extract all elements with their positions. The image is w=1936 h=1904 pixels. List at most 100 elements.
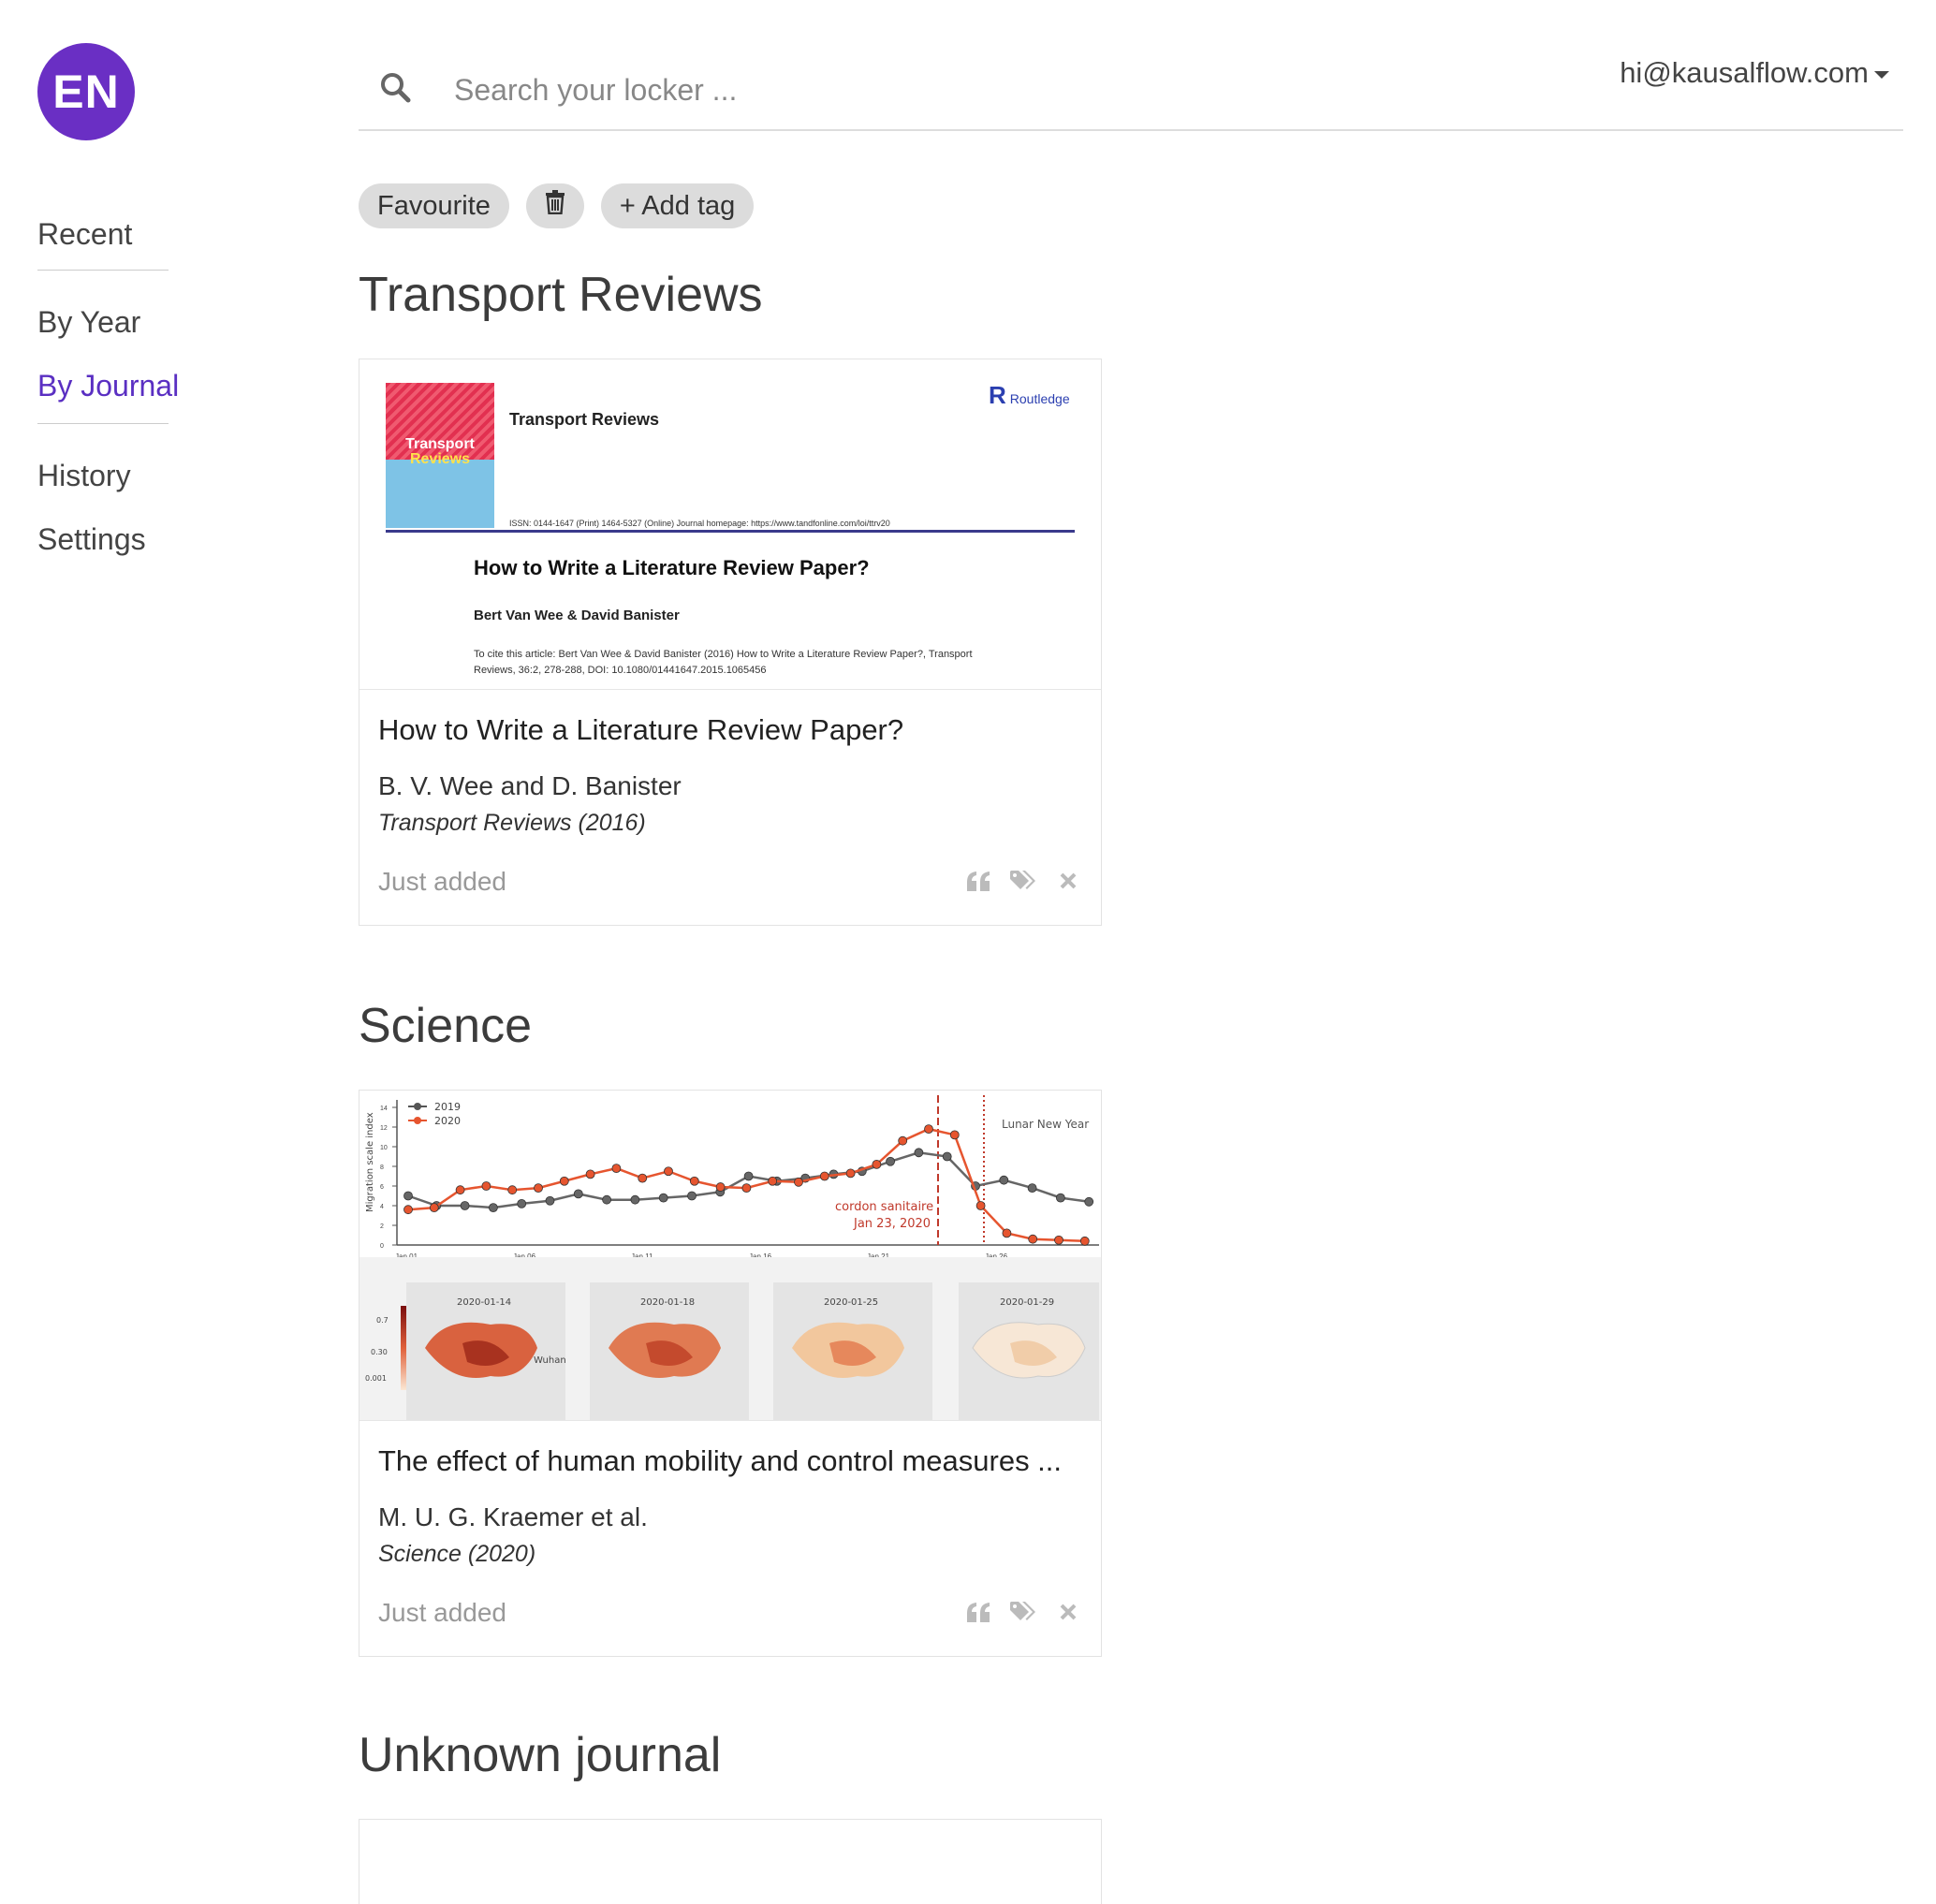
series-point bbox=[559, 1176, 569, 1186]
series-point bbox=[638, 1173, 648, 1183]
map-date-2: 2020-01-18 bbox=[640, 1297, 695, 1308]
series-point bbox=[429, 1203, 439, 1212]
thumb-divider bbox=[386, 530, 1075, 533]
thumb-journal-name: Transport Reviews bbox=[509, 410, 660, 429]
tag-favourite-button[interactable]: Favourite bbox=[359, 183, 509, 228]
card-actions bbox=[964, 1598, 1082, 1626]
series-point bbox=[455, 1185, 465, 1195]
search-icon[interactable] bbox=[377, 69, 415, 107]
series-point bbox=[898, 1135, 908, 1146]
annotation-lunar: Lunar New Year bbox=[1002, 1118, 1089, 1131]
paper-title[interactable]: How to Write a Literature Review Paper? bbox=[378, 713, 903, 747]
legend-2020: 2020 bbox=[434, 1115, 461, 1127]
tags-icon[interactable] bbox=[1009, 867, 1037, 895]
series-point bbox=[743, 1171, 754, 1181]
y-tick-label: 10 bbox=[380, 1145, 388, 1151]
remove-icon[interactable] bbox=[1054, 1598, 1082, 1626]
series-point bbox=[517, 1199, 527, 1208]
series-point bbox=[573, 1189, 583, 1199]
y-tick-label: 12 bbox=[380, 1125, 388, 1132]
user-menu[interactable]: hi@kausalflow.com bbox=[1620, 56, 1889, 90]
nav-item-settings[interactable]: Settings bbox=[37, 522, 146, 557]
series-point bbox=[545, 1195, 555, 1206]
annotation-cordon: cordon sanitaire bbox=[835, 1200, 933, 1214]
series-point bbox=[664, 1166, 673, 1177]
nav-item-by-year[interactable]: By Year bbox=[37, 305, 140, 340]
series-point bbox=[460, 1201, 470, 1210]
series-point bbox=[914, 1148, 924, 1158]
nav-item-by-journal[interactable]: By Journal bbox=[37, 369, 179, 403]
remove-icon[interactable] bbox=[1054, 867, 1082, 895]
annotation-cordon-date: Jan 23, 2020 bbox=[853, 1217, 931, 1231]
series-point bbox=[1084, 1196, 1094, 1207]
series-point bbox=[975, 1201, 986, 1210]
card-actions bbox=[964, 867, 1082, 895]
y-axis-label: Migration scale index bbox=[365, 1112, 375, 1212]
scale-label: 0.7 bbox=[376, 1316, 389, 1325]
section-title: Unknown journal bbox=[359, 1728, 722, 1782]
series-point bbox=[715, 1182, 726, 1192]
thumb-citation: To cite this article: Bert Van Wee & Dav… bbox=[474, 649, 973, 676]
quote-icon[interactable] bbox=[964, 867, 992, 895]
series-point bbox=[768, 1176, 778, 1186]
series-point bbox=[602, 1194, 612, 1205]
y-tick-label: 2 bbox=[380, 1223, 384, 1230]
series-point bbox=[741, 1183, 752, 1193]
series-point bbox=[999, 1175, 1009, 1185]
publisher-logo: R Routledge bbox=[989, 381, 1070, 409]
add-tag-button[interactable]: + Add tag bbox=[600, 183, 755, 228]
series-point bbox=[488, 1203, 498, 1212]
series-point bbox=[949, 1130, 960, 1140]
series-point bbox=[819, 1171, 829, 1181]
series-point bbox=[630, 1194, 640, 1205]
trash-icon bbox=[544, 190, 566, 222]
cover-title-line-2: Reviews bbox=[409, 451, 471, 467]
series-point bbox=[534, 1183, 543, 1193]
caret-down-icon bbox=[1874, 71, 1889, 79]
series-point bbox=[687, 1191, 697, 1201]
search-input[interactable] bbox=[452, 66, 1392, 114]
paper-card[interactable]: 0 2 4 6 8 10 12 14 Jan 01 Jan 06 Jan 11 Jan 16 Jan … bbox=[359, 1090, 1102, 1657]
user-email: hi@kausalflow.com bbox=[1620, 56, 1869, 89]
y-tick-label: 8 bbox=[380, 1164, 384, 1171]
paper-card[interactable] bbox=[359, 1819, 1102, 1904]
legend-2019: 2019 bbox=[434, 1101, 461, 1113]
series-point bbox=[942, 1151, 952, 1162]
paper-authors: B. V. Wee and D. Banister bbox=[378, 771, 682, 800]
series-point bbox=[403, 1205, 413, 1215]
nav-item-recent[interactable]: Recent bbox=[37, 217, 132, 252]
map-date-3: 2020-01-25 bbox=[824, 1297, 878, 1308]
search-bar: hi@kausalflow.com bbox=[359, 56, 1903, 131]
paper-thumbnail[interactable]: 0 2 4 6 8 10 12 14 Jan 01 Jan 06 Jan 11 Jan 16 Jan … bbox=[359, 1091, 1101, 1421]
series-point bbox=[689, 1176, 699, 1186]
series-point bbox=[924, 1124, 933, 1134]
thumb-paper-authors: Bert Van Wee & David Banister bbox=[474, 608, 680, 623]
trash-button[interactable] bbox=[525, 183, 584, 228]
y-tick-label: 6 bbox=[380, 1184, 384, 1191]
map-date-1: 2020-01-14 bbox=[457, 1297, 511, 1308]
section-title: Science bbox=[359, 999, 532, 1053]
paper-journal: Transport Reviews (2016) bbox=[378, 810, 646, 836]
paper-status: Just added bbox=[378, 867, 506, 896]
nav-divider bbox=[37, 423, 169, 424]
paper-authors: M. U. G. Kraemer et al. bbox=[378, 1502, 648, 1531]
series-point bbox=[872, 1160, 882, 1169]
avatar[interactable]: EN bbox=[37, 43, 135, 140]
series-point bbox=[507, 1185, 518, 1195]
series-point bbox=[481, 1181, 491, 1191]
series-point bbox=[1056, 1193, 1065, 1203]
series-point bbox=[585, 1169, 595, 1179]
nav-item-history[interactable]: History bbox=[37, 459, 131, 493]
paper-card[interactable]: Transport Reviews Transport Reviews R Rou… bbox=[359, 359, 1102, 926]
cover-title-line-1: Transport bbox=[405, 436, 475, 452]
paper-title[interactable]: The effect of human mobility and control… bbox=[378, 1444, 1062, 1478]
series-point bbox=[794, 1177, 803, 1187]
map-date-4: 2020-01-29 bbox=[1000, 1297, 1054, 1308]
y-tick-label: 14 bbox=[380, 1106, 388, 1112]
tags-icon[interactable] bbox=[1009, 1598, 1037, 1626]
quote-icon[interactable] bbox=[964, 1598, 992, 1626]
tag-bar: Favourite + Add tag bbox=[359, 183, 755, 228]
journal-cover-image: Transport Reviews bbox=[386, 383, 494, 528]
paper-thumbnail[interactable]: Transport Reviews Transport Reviews R Rou… bbox=[359, 359, 1101, 690]
series-point bbox=[1027, 1183, 1037, 1193]
